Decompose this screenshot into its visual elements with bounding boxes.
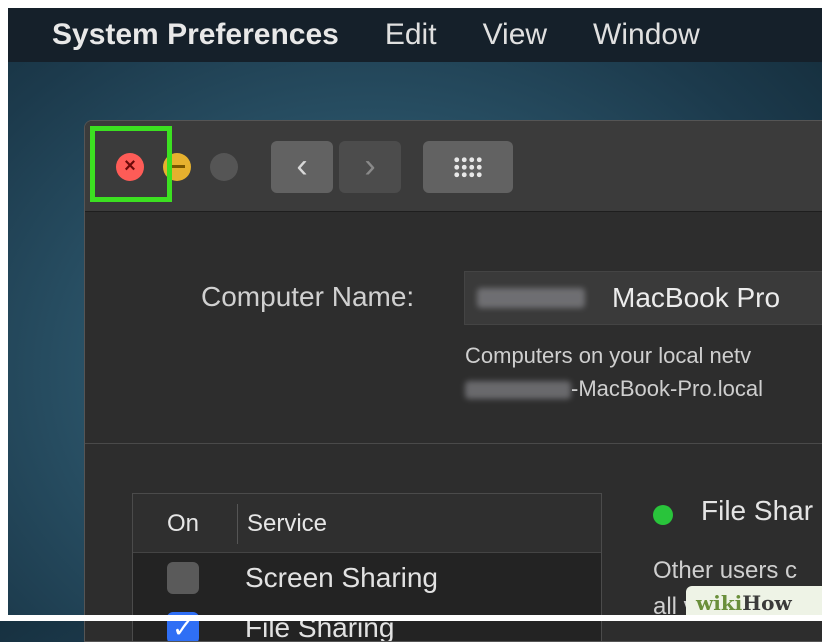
column-service[interactable]: Service bbox=[247, 510, 327, 538]
watermark-prefix: wiki bbox=[696, 591, 743, 615]
computer-name-label: Computer Name: bbox=[201, 281, 415, 312]
back-button[interactable]: ‹ bbox=[271, 141, 333, 193]
chevron-left-icon: ‹ bbox=[296, 147, 308, 185]
computer-name-description: Computers on your local netv bbox=[465, 343, 752, 368]
grid-icon bbox=[453, 156, 483, 178]
sharing-window: × ‹ › Computer Name: MacBook Pro Compute… bbox=[84, 120, 822, 642]
status-description-line1: Other users c bbox=[653, 557, 798, 584]
services-table-header: On Service bbox=[133, 494, 601, 553]
wikihow-watermark: wikiHow bbox=[686, 586, 822, 621]
menu-app-name[interactable]: System Preferences bbox=[52, 18, 339, 52]
forward-button[interactable]: › bbox=[339, 141, 401, 193]
column-on[interactable]: On bbox=[167, 510, 199, 538]
menu-edit[interactable]: Edit bbox=[385, 18, 437, 52]
service-row-screen-sharing[interactable]: Screen Sharing bbox=[133, 554, 601, 602]
service-row-file-sharing[interactable]: ✓ File Sharing bbox=[133, 604, 601, 642]
window-titlebar: × ‹ › bbox=[85, 121, 822, 212]
redacted-name bbox=[477, 288, 585, 308]
services-table: On Service Screen Sharing ✓ File Sharing bbox=[132, 493, 602, 642]
chevron-right-icon: › bbox=[364, 147, 376, 185]
local-hostname: -MacBook-Pro.local bbox=[571, 376, 763, 401]
watermark-suffix: How bbox=[742, 591, 792, 615]
computer-name-value: MacBook Pro bbox=[612, 282, 781, 313]
section-divider bbox=[85, 443, 822, 444]
show-all-button[interactable] bbox=[423, 141, 513, 193]
menu-view[interactable]: View bbox=[483, 18, 547, 52]
close-button-highlight bbox=[90, 126, 172, 202]
menu-bar: System Preferences Edit View Window bbox=[8, 8, 822, 62]
zoom-button bbox=[210, 153, 238, 181]
status-title: File Shar bbox=[701, 495, 814, 526]
column-separator bbox=[237, 504, 238, 544]
file-sharing-checkbox[interactable]: ✓ bbox=[167, 612, 199, 641]
computer-name-field[interactable]: MacBook Pro bbox=[464, 271, 822, 325]
service-label: Screen Sharing bbox=[245, 562, 439, 593]
menu-window[interactable]: Window bbox=[593, 18, 700, 52]
service-label: File Sharing bbox=[245, 612, 395, 642]
redacted-hostname bbox=[465, 381, 571, 399]
screen-sharing-checkbox[interactable] bbox=[167, 562, 199, 594]
status-indicator bbox=[653, 505, 673, 525]
